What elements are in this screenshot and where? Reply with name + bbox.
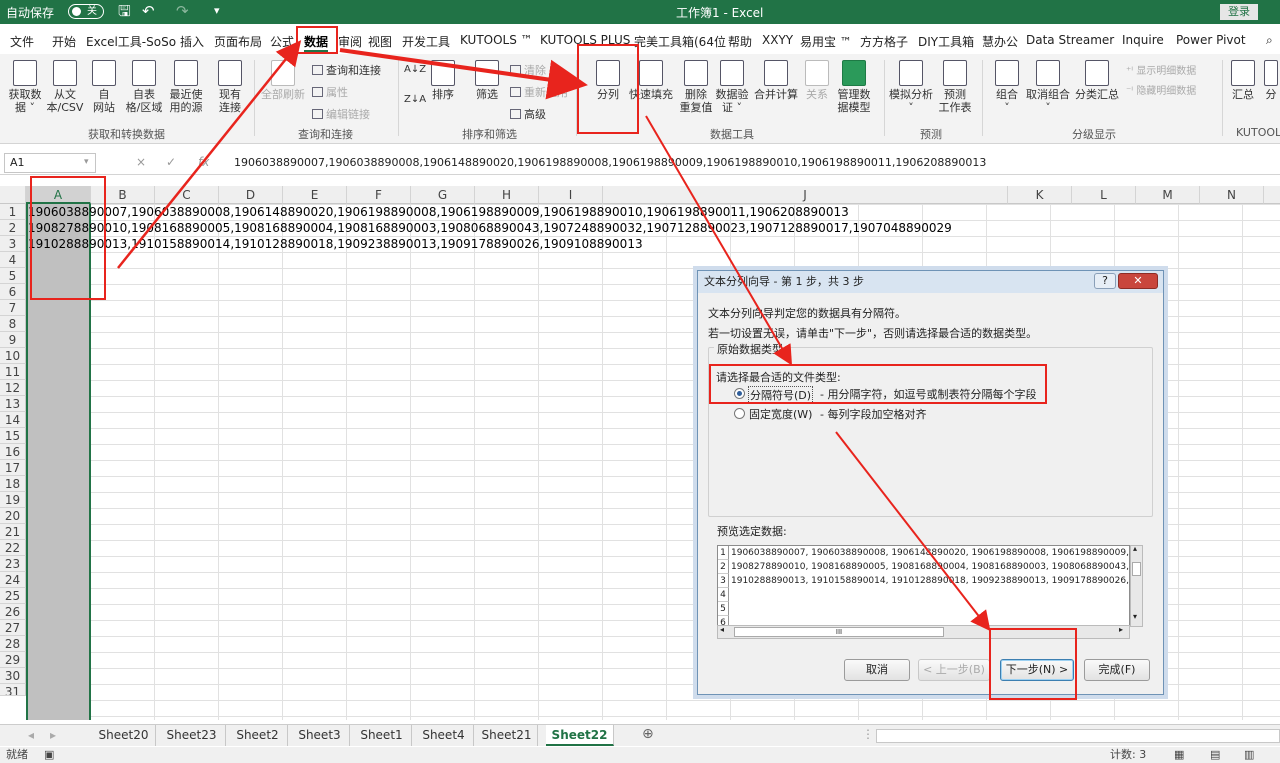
annotation-arrows — [117, 40, 991, 632]
arrow-data-tab-to-split — [339, 48, 588, 100]
arrow-column-to-data-tab — [117, 40, 302, 269]
arrow-delimited-to-next — [835, 431, 991, 632]
arrow-split-to-delimited — [645, 115, 793, 366]
